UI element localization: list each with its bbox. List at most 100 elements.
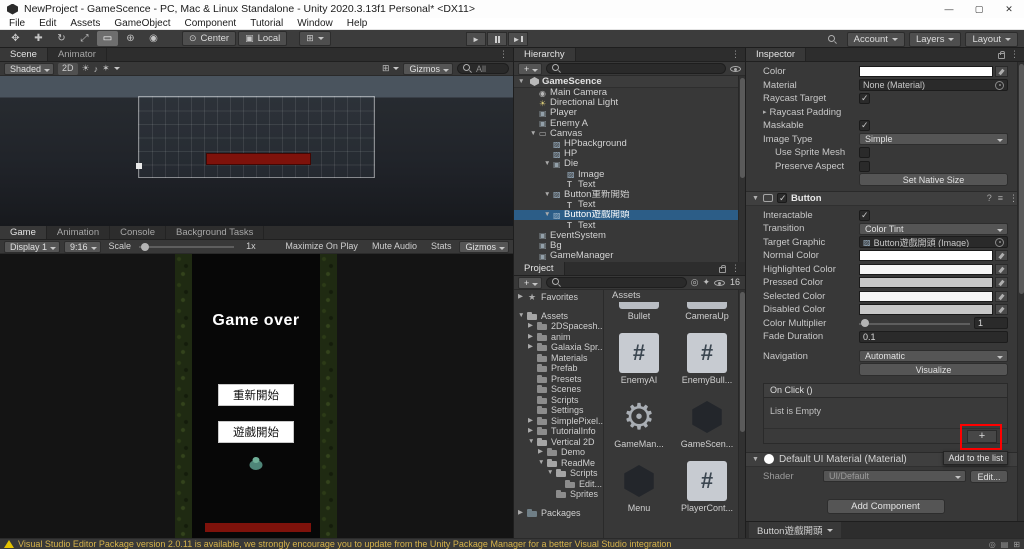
color-field[interactable]: [859, 66, 1008, 78]
hierarchy-row[interactable]: Text: [514, 180, 745, 190]
preserve-aspect-checkbox[interactable]: [859, 160, 870, 172]
asset-tile[interactable]: CameraUp: [678, 302, 736, 321]
expand-arrow-icon[interactable]: [538, 447, 547, 457]
hierarchy-row[interactable]: Text: [514, 220, 745, 230]
component-enabled-checkbox[interactable]: [776, 193, 787, 204]
effects-arrow[interactable]: [113, 67, 120, 70]
scale-tool-icon[interactable]: [74, 31, 95, 46]
raycast-target-checkbox[interactable]: [859, 93, 870, 105]
tab[interactable]: Background Tasks: [165, 226, 265, 239]
game-toolbar-toggle[interactable]: Mute Audio: [368, 241, 421, 253]
menu-item[interactable]: Assets: [63, 18, 107, 30]
folder-row[interactable]: Vertical 2D: [514, 437, 603, 448]
scene-visibility-icon[interactable]: [730, 65, 741, 73]
menu-item[interactable]: Help: [340, 18, 375, 30]
use-sprite-mesh-checkbox[interactable]: [859, 147, 870, 159]
expand-arrow-icon[interactable]: [528, 426, 537, 436]
scene-gizmos-dropdown[interactable]: Gizmos: [403, 62, 453, 75]
folder-row[interactable]: Prefab: [514, 363, 603, 374]
expand-arrow-icon[interactable]: [544, 190, 553, 200]
layers-dropdown[interactable]: Layers: [908, 32, 962, 47]
account-dropdown[interactable]: Account: [846, 32, 905, 47]
create-asset-dropdown[interactable]: +: [518, 276, 543, 289]
tab[interactable]: Game: [0, 226, 47, 239]
target-graphic-field[interactable]: ▨ Button遊戲開頭 (Image): [859, 236, 1008, 249]
expand-arrow-icon[interactable]: [538, 458, 547, 468]
close-button[interactable]: [994, 0, 1024, 18]
menu-item[interactable]: Tutorial: [243, 18, 290, 30]
tab-hierarchy[interactable]: Hierarchy: [514, 48, 576, 61]
folder-row[interactable]: SimplePixel...: [514, 416, 603, 427]
custom-tool-icon[interactable]: [143, 31, 164, 46]
menu-item[interactable]: GameObject: [107, 18, 177, 30]
folder-row[interactable]: Assets: [514, 311, 603, 322]
eyedropper-icon[interactable]: [995, 263, 1008, 275]
lighting-toggle-icon[interactable]: ☀: [82, 63, 90, 74]
material-object-field[interactable]: None (Material): [859, 79, 1008, 92]
hierarchy-row[interactable]: Bg: [514, 241, 745, 251]
object-picker-icon[interactable]: [995, 237, 1004, 247]
fade-duration-field[interactable]: 0.1: [859, 330, 1008, 343]
presets-icon[interactable]: ≡: [998, 193, 1003, 204]
hierarchy-row[interactable]: Player: [514, 108, 745, 118]
minimize-button[interactable]: [934, 0, 964, 18]
folder-row[interactable]: Packages: [514, 508, 603, 519]
search-everything-icon[interactable]: [822, 32, 843, 47]
effects-dropdown-icon[interactable]: ✶: [102, 63, 110, 74]
tab[interactable]: Animation: [46, 226, 111, 239]
folder-row[interactable]: Settings: [514, 405, 603, 416]
color-field[interactable]: [859, 263, 1008, 275]
game-gizmos-dropdown[interactable]: Gizmos: [459, 240, 509, 253]
game-toolbar-toggle[interactable]: Maximize On Play: [281, 241, 362, 253]
folder-row[interactable]: Galaxia Spr...: [514, 342, 603, 353]
pivot-toggle-button[interactable]: ⊙ Center: [182, 31, 237, 46]
maximize-button[interactable]: [964, 0, 994, 18]
asset-tile[interactable]: Bullet: [610, 302, 668, 321]
transform-tool-icon[interactable]: [120, 31, 141, 46]
hidden-packages-icon[interactable]: [713, 279, 725, 287]
menu-item[interactable]: Window: [290, 18, 340, 30]
folder-row[interactable]: TutorialInfo: [514, 426, 603, 437]
lock-icon[interactable]: [998, 50, 1005, 59]
expand-arrow-icon[interactable]: [528, 321, 537, 331]
expand-arrow-icon[interactable]: [544, 210, 553, 220]
panel-menu-icon[interactable]: ⋮: [1010, 49, 1019, 60]
asset-tile[interactable]: GameMan...: [610, 397, 668, 449]
hierarchy-row[interactable]: GameManager: [514, 251, 745, 261]
rect-tool-icon[interactable]: [97, 31, 118, 46]
eyedropper-icon[interactable]: [995, 66, 1008, 78]
audio-toggle-icon[interactable]: ♪: [94, 64, 99, 74]
tab[interactable]: Scene: [0, 48, 48, 61]
layout-dropdown[interactable]: Layout: [965, 32, 1018, 47]
panel-menu-icon[interactable]: ⋮: [499, 49, 508, 60]
folder-row[interactable]: ReadMe: [514, 458, 603, 469]
eyedropper-icon[interactable]: [995, 277, 1008, 289]
hierarchy-row[interactable]: Button遊戲開頭: [514, 210, 745, 221]
visualize-button[interactable]: Visualize: [859, 363, 1008, 377]
folder-row[interactable]: 2DSpacesh...: [514, 321, 603, 332]
menu-item[interactable]: File: [2, 18, 32, 30]
transition-dropdown[interactable]: Color Tint: [859, 222, 1008, 235]
expand-arrow-icon[interactable]: [518, 508, 527, 518]
hierarchy-row[interactable]: Image: [514, 170, 745, 180]
rect-handle[interactable]: [136, 163, 142, 169]
grid-visibility-arrow[interactable]: [393, 67, 400, 70]
maskable-checkbox[interactable]: [859, 120, 870, 132]
color-field[interactable]: [859, 277, 1008, 289]
hierarchy-row[interactable]: Button重新開始: [514, 190, 745, 200]
edit-shader-button[interactable]: Edit...: [970, 469, 1008, 483]
project-scrollbar[interactable]: [738, 290, 745, 538]
hierarchy-row[interactable]: Die: [514, 159, 745, 169]
asset-tile[interactable]: Menu: [610, 461, 668, 513]
asset-tile[interactable]: PlayerCont...: [678, 461, 736, 513]
move-tool-icon[interactable]: [28, 31, 49, 46]
scrollbar-thumb[interactable]: [1019, 64, 1024, 294]
panel-menu-icon[interactable]: ⋮: [731, 263, 740, 274]
folder-row[interactable]: Presets: [514, 374, 603, 385]
expand-arrow-icon[interactable]: [528, 416, 537, 426]
tab-project[interactable]: Project: [514, 262, 565, 275]
scene-viewport[interactable]: [0, 76, 513, 226]
folder-row[interactable]: Scripts: [514, 468, 603, 479]
selected-object-tab[interactable]: Button遊戲開頭: [749, 522, 842, 538]
start-game-button[interactable]: 遊戲開始: [219, 422, 293, 442]
